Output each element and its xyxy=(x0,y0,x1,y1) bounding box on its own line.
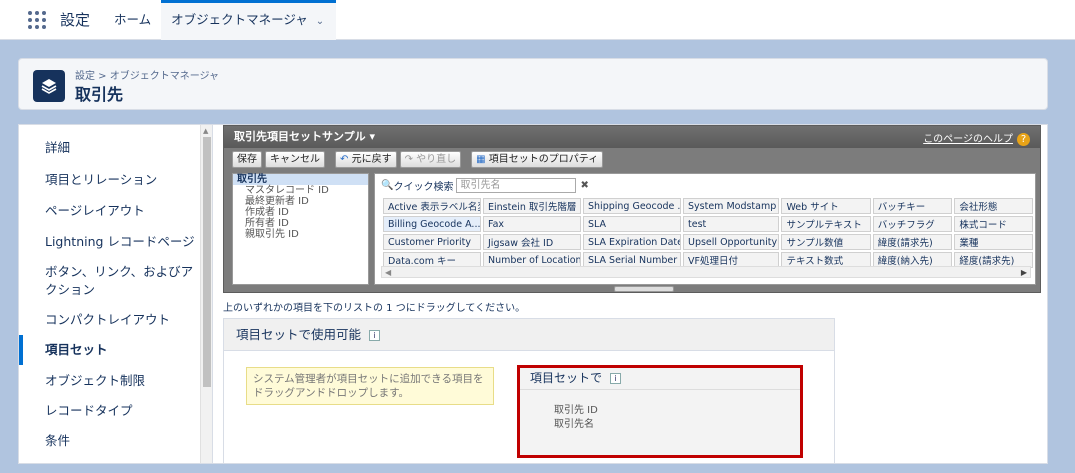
scroll-up-icon[interactable]: ▲ xyxy=(203,127,208,135)
undo-icon: ↶ xyxy=(340,154,349,165)
field-cell[interactable]: サンプルテキスト xyxy=(781,216,871,232)
category-item[interactable]: 所有者 ID xyxy=(233,218,368,229)
properties-icon: ▦ xyxy=(476,154,486,165)
sidebar-item-buttons-links-actions[interactable]: ボタン、リンク、およびアクション xyxy=(19,259,203,299)
sidebar-item-details[interactable]: 詳細 xyxy=(19,133,203,163)
quick-search: 🔍 クイック検索 取引先名 ✖ xyxy=(381,178,589,193)
tab-object-manager-label: オブジェクトマネージャ xyxy=(171,11,308,27)
info-icon[interactable]: i xyxy=(369,330,381,341)
main-panel: 取引先項目セットサンプル ▾ このページのヘルプ? 保存 キャンセル ↶ 元に戻… xyxy=(213,124,1048,464)
redo-button[interactable]: ↷ やり直し xyxy=(399,151,462,168)
app-name: 設定 xyxy=(60,11,91,29)
chevron-down-icon[interactable]: ⌄ xyxy=(316,5,324,39)
global-nav: 設定 ホーム オブジェクトマネージャ ⌄ xyxy=(0,0,1075,40)
scroll-left-icon[interactable]: ◀ xyxy=(385,267,391,279)
section-title: 項目セットで使用可能 xyxy=(236,327,362,342)
field-cell[interactable]: Customer Priority xyxy=(383,234,481,250)
object-layers-icon xyxy=(33,70,65,102)
field-cell[interactable]: バッチキー xyxy=(872,198,953,214)
in-field-set-title: 項目セットで xyxy=(530,371,603,385)
sidebar-scrollbar[interactable]: ▲ xyxy=(200,125,212,463)
category-item[interactable]: マスタレコード ID xyxy=(233,185,368,196)
field-cell[interactable]: Upsell Opportunity xyxy=(683,234,780,250)
available-note: システム管理者が項目セットに追加できる項目をドラッグアンドドロップします。 xyxy=(246,367,494,405)
field-grid-panel: 🔍 クイック検索 取引先名 ✖ Active 表示ラベル名変更 Einstein… xyxy=(374,173,1036,285)
object-sidebar: 詳細 項目とリレーション ページレイアウト Lightning レコードページ … xyxy=(18,124,213,464)
sidebar-item-lightning-record-pages[interactable]: Lightning レコードページ xyxy=(19,227,203,257)
field-cell[interactable]: Billing Geocode A... xyxy=(383,216,481,232)
category-item[interactable]: 最終更新者 ID xyxy=(233,196,368,207)
info-icon[interactable]: i xyxy=(610,373,622,384)
sidebar-item-fields-relationships[interactable]: 項目とリレーション xyxy=(19,165,203,195)
scroll-thumb[interactable] xyxy=(203,137,211,387)
field-grid: Active 表示ラベル名変更 Einstein 取引先階層 Shipping … xyxy=(381,196,1035,270)
help-link-text[interactable]: このページのヘルプ xyxy=(923,134,1013,145)
drag-instruction: 上のいずれかの項目を下のリストの 1 つにドラッグしてください。 xyxy=(223,303,526,314)
properties-button[interactable]: ▦ 項目セットのプロパティ xyxy=(471,151,604,168)
category-item[interactable]: 取引先 xyxy=(233,174,368,185)
field-cell[interactable]: Fax xyxy=(483,216,581,232)
undo-button[interactable]: ↶ 元に戻す xyxy=(335,151,397,168)
sidebar-item-field-sets[interactable]: 項目セット xyxy=(19,335,203,365)
field-cell[interactable]: 株式コード xyxy=(954,216,1033,232)
field-cell[interactable]: 会社形態 xyxy=(954,198,1033,214)
section-header: 項目セットで使用可能 i xyxy=(224,319,834,351)
quick-search-label: クイック検索 xyxy=(393,182,454,193)
sidebar-item-object-limits[interactable]: オブジェクト制限 xyxy=(19,366,203,396)
field-cell[interactable]: test xyxy=(683,216,780,232)
field-cell[interactable]: SLA Expiration Date xyxy=(583,234,681,250)
palette-toolbar: 保存 キャンセル ↶ 元に戻す ↷ やり直し ▦ 項目セットのプロパティ xyxy=(232,151,604,169)
quick-search-input[interactable]: 取引先名 xyxy=(456,178,577,193)
palette-title: 取引先項目セットサンプル ▾ このページのヘルプ? xyxy=(224,126,1040,148)
field-grid-scrollbar[interactable]: ◀ ▶ xyxy=(381,266,1031,278)
caret-down-icon[interactable]: ▾ xyxy=(370,130,376,143)
in-field-set-header: 項目セットで i xyxy=(520,368,800,390)
sidebar-item-compact-layouts[interactable]: コンパクトレイアウト xyxy=(19,305,203,335)
sidebar-item-conditions[interactable]: 条件 xyxy=(19,426,203,456)
clear-search-icon[interactable]: ✖ xyxy=(580,180,588,191)
palette-resize-handle[interactable] xyxy=(614,286,674,292)
help-link[interactable]: このページのヘルプ? xyxy=(923,129,1030,151)
properties-label: 項目セットのプロパティ xyxy=(488,154,599,165)
field-set-field[interactable]: 取引先名 xyxy=(520,418,800,432)
undo-label: 元に戻す xyxy=(351,154,392,165)
category-item[interactable]: 作成者 ID xyxy=(233,207,368,218)
search-icon: 🔍 xyxy=(381,180,394,191)
field-cell[interactable]: 業種 xyxy=(954,234,1033,250)
tab-object-manager[interactable]: オブジェクトマネージャ ⌄ xyxy=(161,0,337,40)
scroll-right-icon[interactable]: ▶ xyxy=(1021,267,1027,279)
cancel-button[interactable]: キャンセル xyxy=(265,151,325,168)
field-cell[interactable]: Shipping Geocode ... xyxy=(583,198,681,214)
breadcrumb[interactable]: 設定 > オブジェクトマネージャ xyxy=(75,67,219,82)
help-question-icon[interactable]: ? xyxy=(1017,133,1030,146)
redo-label: やり直し xyxy=(416,154,457,165)
app-launcher-icon[interactable] xyxy=(28,10,46,29)
redo-icon: ↷ xyxy=(404,154,413,165)
page-header: 設定 > オブジェクトマネージャ 取引先 xyxy=(18,58,1048,110)
field-cell[interactable]: SLA xyxy=(583,216,681,232)
category-item[interactable]: 親取引先 ID xyxy=(233,229,368,240)
sidebar-item-record-types[interactable]: レコードタイプ xyxy=(19,396,203,426)
field-palette: 取引先項目セットサンプル ▾ このページのヘルプ? 保存 キャンセル ↶ 元に戻… xyxy=(223,125,1041,293)
field-set-field[interactable]: 取引先 ID xyxy=(520,404,800,418)
save-button[interactable]: 保存 xyxy=(232,151,262,168)
field-cell[interactable]: サンプル数値 xyxy=(781,234,871,250)
field-cell[interactable]: バッチフラグ xyxy=(872,216,953,232)
page-title: 取引先 xyxy=(75,85,124,104)
field-cell[interactable]: Web サイト xyxy=(781,198,871,214)
tab-home[interactable]: ホーム xyxy=(108,0,157,40)
in-field-set-box: 項目セットで i 取引先 ID 取引先名 xyxy=(517,365,803,458)
field-cell[interactable]: 緯度(請求先) xyxy=(872,234,953,250)
palette-title-text: 取引先項目セットサンプル xyxy=(234,130,366,143)
field-cell[interactable]: Einstein 取引先階層 xyxy=(483,198,581,214)
category-list: 取引先 マスタレコード ID 最終更新者 ID 作成者 ID 所有者 ID 親取… xyxy=(232,173,369,285)
field-cell[interactable]: Jigsaw 会社 ID xyxy=(483,234,581,250)
field-cell[interactable]: Active 表示ラベル名変更 xyxy=(383,198,481,214)
sidebar-item-page-layouts[interactable]: ページレイアウト xyxy=(19,196,203,226)
field-cell[interactable]: System Modstamp xyxy=(683,198,780,214)
